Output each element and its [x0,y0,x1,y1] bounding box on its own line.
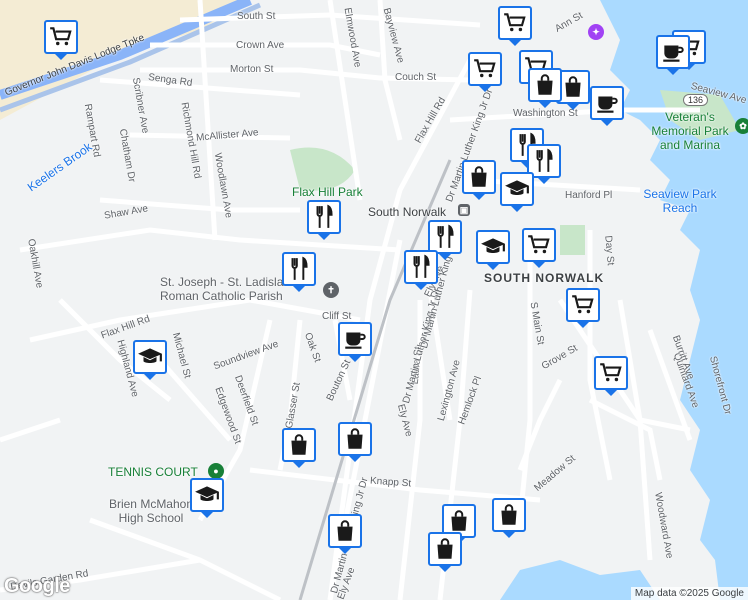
tennis-icon[interactable]: ● [208,463,224,479]
utensils-icon [311,204,337,230]
school-icon [194,482,220,508]
map-credits[interactable]: Map data ©2025 Google [630,587,748,600]
map-canvas[interactable]: South St Crown Ave Morton St Senga Rd El… [0,0,748,600]
cart-icon [598,360,624,386]
cup-icon [660,39,686,65]
map-marker[interactable] [528,68,562,108]
map-marker[interactable] [338,422,372,462]
street-label: Hanford Pl [565,190,613,201]
street-label: Morton St [230,64,274,75]
bag-icon [466,164,492,190]
school-icon [504,176,530,202]
map-marker[interactable] [428,532,462,572]
bag-icon [342,426,368,452]
map-marker[interactable] [428,220,462,260]
bag-icon [532,72,558,98]
cart-icon [472,56,498,82]
cart-icon [48,24,74,50]
map-marker[interactable] [338,322,372,362]
school-icon [137,344,163,370]
bag-icon [446,508,472,534]
tennis-label: TENNIS COURT [108,465,198,479]
church-icon[interactable]: ✝ [323,282,339,298]
map-marker[interactable] [594,356,628,396]
map-marker[interactable] [307,200,341,240]
train-icon[interactable]: ▣ [458,204,470,216]
map-marker[interactable] [404,250,438,290]
google-logo: Google [4,575,70,597]
map-marker[interactable] [44,20,78,60]
utensils-icon [432,224,458,250]
bag-icon [496,502,522,528]
map-marker[interactable] [656,35,690,75]
map-marker[interactable] [492,498,526,538]
cart-icon [570,292,596,318]
cup-icon [342,326,368,352]
cup-icon [594,90,620,116]
map-marker[interactable] [190,478,224,518]
map-marker[interactable] [468,52,502,92]
map-marker[interactable] [566,288,600,328]
water-label: Seaview Park Reach [643,187,717,215]
bag-icon [560,74,586,100]
map-marker[interactable] [462,160,496,200]
bag-icon [332,518,358,544]
route-shield: 136 [683,94,709,106]
utensils-icon [531,148,557,174]
street-label: Couch St [395,72,437,83]
map-marker[interactable] [590,86,624,126]
map-marker[interactable] [476,230,510,270]
map-marker[interactable] [522,228,556,268]
park-poi-icon[interactable]: ✿ [735,118,748,134]
bag-icon [432,536,458,562]
cart-icon [502,10,528,36]
station-label: South Norwalk [368,205,447,219]
street-label: South St [237,11,276,22]
cart-icon [526,232,552,258]
map-marker[interactable] [328,514,362,554]
utensils-icon [286,256,312,282]
bag-icon [286,432,312,458]
purple-poi-icon[interactable]: ✦ [588,24,604,40]
school-icon [480,234,506,260]
street-label: Cliff St [322,311,352,322]
map-marker[interactable] [500,172,534,212]
map-marker[interactable] [133,340,167,380]
neighborhood-label: SOUTH NORWALK [484,271,605,285]
map-marker[interactable] [282,252,316,292]
park-label: Flax Hill Park [292,185,363,199]
map-marker[interactable] [498,6,532,46]
street-label: Crown Ave [236,40,285,51]
utensils-icon [408,254,434,280]
map-marker[interactable] [282,428,316,468]
park-label: Veteran's Memorial Park and Marina [651,110,729,152]
